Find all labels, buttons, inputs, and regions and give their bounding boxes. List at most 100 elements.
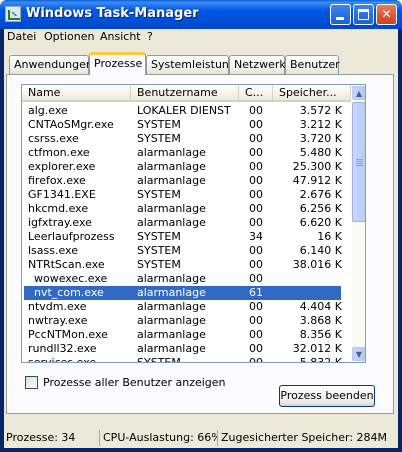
process-username: alarmanlage [137, 216, 206, 229]
window-client-area: Datei Optionen Ansicht ? Anwendungen Pro… [4, 29, 398, 448]
menu-datei[interactable]: Datei [7, 30, 36, 43]
process-username: LOKALER DIENST [137, 104, 231, 117]
arrow-up-icon: ▲ [355, 89, 363, 98]
column-header-username[interactable]: Benutzername [131, 85, 239, 102]
process-username: alarmanlage [137, 202, 206, 215]
process-cpu: 34 [249, 230, 263, 243]
process-rows: alg.exe LOKALER DIENST 00 3.572 K CNTAoSMgr.… [22, 104, 351, 363]
minimize-button[interactable] [330, 4, 351, 25]
status-processes: Prozesse: 34 [4, 430, 100, 446]
menu-bar: Datei Optionen Ansicht ? [4, 29, 398, 46]
process-cpu: 00 [249, 356, 263, 363]
process-name: nvt_com.exe [34, 286, 104, 299]
process-row[interactable]: alg.exe LOKALER DIENST 00 3.572 K [22, 104, 351, 118]
close-icon: ✕ [381, 7, 392, 21]
process-username: alarmanlage [137, 174, 206, 187]
process-username: alarmanlage [137, 328, 206, 341]
process-row[interactable]: GF1341.EXE SYSTEM 00 2.676 K [22, 188, 351, 202]
process-cpu: 00 [249, 328, 263, 341]
tab-prozesse[interactable]: Prozesse [89, 52, 146, 75]
process-username: alarmanlage [137, 342, 206, 355]
process-memory: 2.676 K [299, 188, 342, 201]
scroll-up-button[interactable]: ▲ [352, 86, 365, 100]
vertical-scrollbar[interactable]: ▲ ▼ [352, 85, 365, 362]
task-manager-window: Windows Task-Manager ✕ Datei Optionen An… [0, 0, 402, 452]
process-username: alarmanlage [137, 160, 206, 173]
tab-netzwerk[interactable]: Netzwerk [229, 55, 286, 74]
process-memory: 47.912 K [292, 174, 342, 187]
menu-ansicht[interactable]: Ansicht [100, 30, 141, 43]
process-name: firefox.exe [28, 174, 86, 187]
end-process-button[interactable]: Prozess beenden [279, 385, 375, 407]
status-commit-charge: Zugesicherter Speicher: 284M [221, 431, 388, 444]
column-header-cpu[interactable]: C... [239, 85, 273, 102]
process-row[interactable]: ctfmon.exe alarmanlage 00 5.480 K [22, 146, 351, 160]
process-cpu: 00 [249, 244, 263, 257]
menu-help[interactable]: ? [147, 30, 153, 43]
process-cpu: 00 [249, 118, 263, 131]
process-memory: 8.356 K [299, 328, 342, 341]
scroll-down-button[interactable]: ▼ [352, 347, 365, 361]
process-row[interactable]: Leerlaufprozess SYSTEM 34 16 K [22, 230, 351, 244]
process-memory: 25.300 K [292, 160, 342, 173]
process-memory: 4.404 K [299, 300, 342, 313]
process-list[interactable]: Name Benutzername C... Speicher... alg.e… [21, 84, 366, 363]
close-button[interactable]: ✕ [376, 4, 397, 25]
process-row[interactable]: igfxtray.exe alarmanlage 00 6.620 K [22, 216, 351, 230]
process-cpu: 00 [249, 202, 263, 215]
process-row[interactable]: wowexec.exe alarmanlage 00 [22, 272, 351, 286]
process-cpu: 00 [249, 342, 263, 355]
process-row[interactable]: NTRtScan.exe SYSTEM 00 38.016 K [22, 258, 351, 272]
process-cpu: 00 [249, 300, 263, 313]
process-row[interactable]: ntvdm.exe alarmanlage 00 4.404 K [22, 300, 351, 314]
window-title: Windows Task-Manager [26, 6, 199, 21]
column-header-name[interactable]: Name [22, 85, 131, 102]
process-name: rundll32.exe [28, 342, 97, 355]
status-cpu-usage: CPU-Auslastung: 66% [103, 430, 218, 446]
tab-anwendungen[interactable]: Anwendungen [9, 55, 93, 74]
title-bar[interactable]: Windows Task-Manager ✕ [0, 0, 402, 29]
process-memory: 3.720 K [299, 132, 342, 145]
tab-systemleistung[interactable]: Systemleistung [146, 55, 236, 74]
process-row[interactable]: explorer.exe alarmanlage 00 25.300 K [22, 160, 351, 174]
process-row[interactable]: CNTAoSMgr.exe SYSTEM 00 3.212 K [22, 118, 351, 132]
process-username: SYSTEM [137, 258, 181, 271]
show-all-users-label[interactable]: Prozesse aller Benutzer anzeigen [43, 376, 226, 389]
process-row[interactable]: rundll32.exe alarmanlage 00 32.012 K [22, 342, 351, 356]
process-memory: 3.212 K [299, 118, 342, 131]
process-row[interactable]: services.exe SYSTEM 00 5.832 K [22, 356, 351, 363]
maximize-button[interactable] [353, 4, 374, 25]
process-row[interactable]: nwtray.exe alarmanlage 00 3.868 K [22, 314, 351, 328]
process-username: SYSTEM [137, 132, 181, 145]
show-all-users-checkbox[interactable] [25, 376, 38, 389]
process-username: SYSTEM [137, 356, 181, 363]
process-name: GF1341.EXE [28, 188, 96, 201]
process-username: alarmanlage [137, 314, 206, 327]
tab-benutzer[interactable]: Benutzer [285, 55, 340, 74]
process-row[interactable]: PccNTMon.exe alarmanlage 00 8.356 K [22, 328, 351, 342]
process-row[interactable]: lsass.exe SYSTEM 00 6.140 K [22, 244, 351, 258]
task-manager-app-icon [5, 6, 21, 22]
process-username: SYSTEM [137, 230, 181, 243]
process-cpu: 61 [249, 286, 263, 299]
process-memory: 6.256 K [299, 202, 342, 215]
process-row[interactable]: hkcmd.exe alarmanlage 00 6.256 K [22, 202, 351, 216]
process-row[interactable]: nvt_com.exe alarmanlage 61 [22, 286, 351, 300]
process-memory: 16 K [317, 230, 342, 243]
process-username: alarmanlage [137, 146, 206, 159]
process-username: SYSTEM [137, 118, 181, 131]
process-name: ctfmon.exe [28, 146, 90, 159]
process-memory: 3.868 K [299, 314, 342, 327]
process-row[interactable]: firefox.exe alarmanlage 00 47.912 K [22, 174, 351, 188]
process-name: explorer.exe [28, 160, 96, 173]
scroll-thumb[interactable] [352, 102, 365, 222]
process-username: SYSTEM [137, 188, 181, 201]
menu-optionen[interactable]: Optionen [44, 30, 94, 43]
tab-control: Anwendungen Prozesse Systemleistung Netz… [4, 49, 398, 424]
grip-line [356, 165, 363, 166]
process-row[interactable]: csrss.exe SYSTEM 00 3.720 K [22, 132, 351, 146]
process-cpu: 00 [249, 188, 263, 201]
column-header-memory[interactable]: Speicher... [273, 85, 351, 102]
process-name: services.exe [28, 356, 97, 363]
process-list-header: Name Benutzername C... Speicher... [22, 85, 351, 102]
